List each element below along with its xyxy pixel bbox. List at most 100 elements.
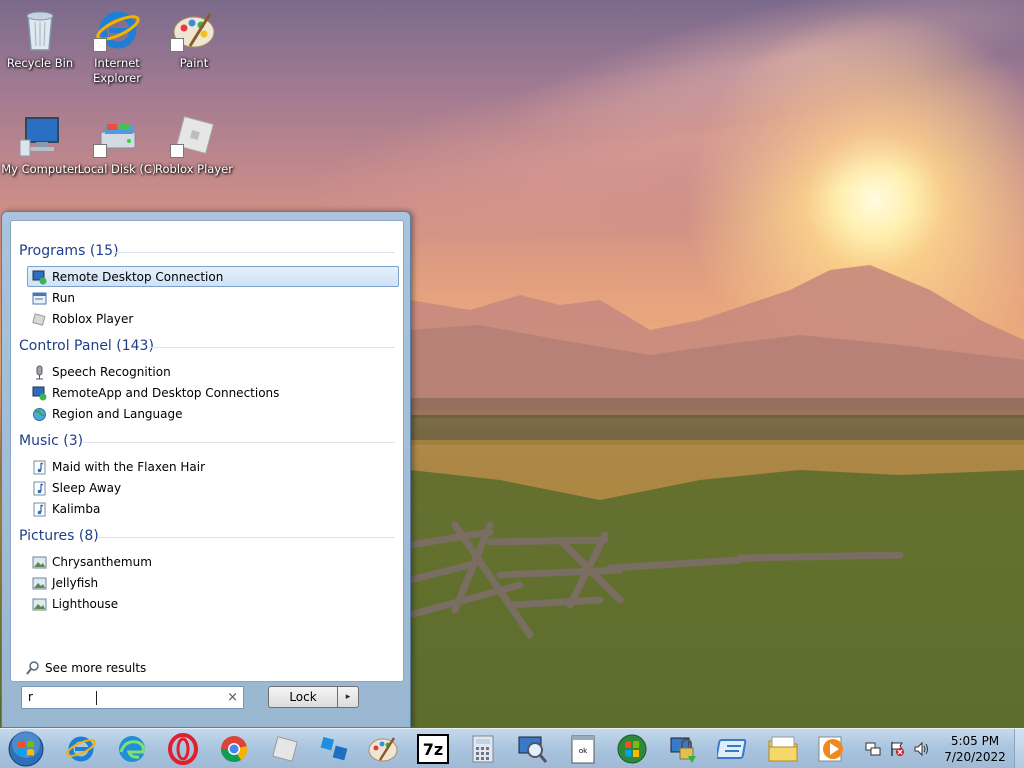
computer-icon [16, 112, 64, 160]
globe-icon [33, 408, 46, 421]
magnifier-icon[interactable] [515, 732, 549, 766]
shortcut-arrow-icon [170, 38, 184, 52]
image-file-icon [32, 577, 47, 590]
roblox-studio-icon[interactable] [317, 732, 351, 766]
result-run[interactable]: Run [27, 287, 399, 308]
image-file-icon [32, 556, 47, 569]
opera-icon[interactable] [166, 732, 200, 766]
result-label: Run [52, 291, 76, 305]
roblox-icon [32, 313, 46, 326]
disk-icon [93, 112, 141, 160]
image-file-icon [32, 598, 47, 611]
7zip-icon[interactable]: 7z [417, 734, 449, 764]
start-menu: Programs (15) Remote Desktop Connection … [1, 211, 411, 728]
result-label: Region and Language [52, 407, 183, 421]
roblox-icon [170, 112, 218, 160]
internet-explorer-icon[interactable] [64, 732, 98, 766]
paint-icon[interactable] [366, 732, 400, 766]
music-file-icon [33, 502, 46, 517]
start-button[interactable] [6, 730, 46, 768]
text-cursor-icon [96, 691, 97, 705]
network-lock-icon[interactable] [666, 732, 700, 766]
paint-icon [170, 6, 218, 54]
desktop-icon-internet-explorer[interactable]: Internet Explorer [77, 6, 157, 86]
start-search-input[interactable]: r × [21, 686, 244, 709]
desktop-icon-label: My Computer [1, 162, 79, 176]
group-header-programs[interactable]: Programs (15) [19, 241, 395, 261]
desktop-icon-label: Local Disk (C) [77, 162, 157, 176]
desktop-icon-label: Recycle Bin [6, 56, 74, 70]
desktop-icon-label: Internet Explorer [93, 56, 141, 85]
shortcut-arrow-icon [170, 144, 184, 158]
taskbar-clock[interactable]: 5:05 PM 7/20/2022 [940, 733, 1010, 765]
remote-app-icon[interactable] [717, 732, 751, 766]
network-icon[interactable] [865, 741, 881, 757]
recycle-bin-icon [16, 6, 64, 54]
desktop-icon-paint[interactable]: Paint [154, 6, 234, 71]
result-roblox-player[interactable]: Roblox Player [27, 308, 399, 329]
shortcut-arrow-icon [93, 144, 107, 158]
search-icon [26, 661, 39, 675]
clock-date: 7/20/2022 [944, 750, 1006, 764]
result-music-track[interactable]: Kalimba [27, 498, 399, 519]
result-label: Maid with the Flaxen Hair [52, 460, 206, 474]
clear-search-icon[interactable]: × [227, 687, 238, 708]
desktop-icon-label: Roblox Player [155, 162, 233, 176]
search-results-pane: Programs (15) Remote Desktop Connection … [10, 220, 404, 682]
taskbar: 7z ok 5:05 PM 7/20/2022 [0, 728, 1024, 768]
desktop-icon-recycle-bin[interactable]: Recycle Bin [0, 6, 80, 71]
desktop-icon-label: Paint [179, 56, 209, 70]
result-remoteapp-desktop-connections[interactable]: RemoteApp and Desktop Connections [27, 382, 399, 403]
result-label: Remote Desktop Connection [52, 270, 224, 284]
desktop-icon-my-computer[interactable]: My Computer [0, 112, 80, 177]
clock-time: 5:05 PM [950, 734, 1000, 748]
edge-icon[interactable] [115, 732, 149, 766]
internet-explorer-icon [93, 6, 141, 54]
result-music-track[interactable]: Maid with the Flaxen Hair [27, 456, 399, 477]
shortcut-arrow-icon [93, 38, 107, 52]
windows-update-icon[interactable] [615, 732, 649, 766]
media-player-icon[interactable] [815, 732, 849, 766]
result-label: Jellyfish [52, 576, 99, 590]
group-header-music[interactable]: Music (3) [19, 431, 395, 451]
notepad-icon[interactable]: ok [566, 732, 600, 766]
group-header-control-panel[interactable]: Control Panel (143) [19, 336, 395, 356]
windows-logo-icon [8, 730, 44, 767]
music-file-icon [33, 460, 46, 475]
result-remote-desktop-connection[interactable]: Remote Desktop Connection [27, 266, 399, 287]
run-icon [32, 292, 47, 305]
microphone-icon [36, 365, 43, 380]
roblox-icon[interactable] [268, 732, 302, 766]
remote-app-icon [32, 386, 47, 401]
search-input-value: r [28, 690, 33, 704]
result-music-track[interactable]: Sleep Away [27, 477, 399, 498]
see-more-label: See more results [45, 661, 147, 675]
result-picture[interactable]: Chrysanthemum [27, 551, 399, 572]
result-picture[interactable]: Jellyfish [27, 572, 399, 593]
result-label: Roblox Player [52, 312, 134, 326]
remote-desktop-icon [32, 270, 47, 285]
show-desktop-button[interactable] [1014, 729, 1024, 768]
desktop-icon-local-disk[interactable]: Local Disk (C) [77, 112, 157, 177]
file-explorer-icon[interactable] [766, 732, 800, 766]
music-file-icon [33, 481, 46, 496]
action-center-flag-icon[interactable] [889, 741, 905, 757]
result-label: Lighthouse [52, 597, 119, 611]
calculator-icon[interactable] [466, 732, 500, 766]
desktop-icon-roblox-player[interactable]: Roblox Player [154, 112, 234, 177]
see-more-results-link[interactable]: See more results [25, 659, 146, 677]
result-label: Kalimba [52, 502, 101, 516]
result-region-language[interactable]: Region and Language [27, 403, 399, 424]
result-label: Chrysanthemum [52, 555, 152, 569]
svg-text:ok: ok [579, 747, 588, 755]
result-picture[interactable]: Lighthouse [27, 593, 399, 614]
group-header-pictures[interactable]: Pictures (8) [19, 526, 395, 546]
chrome-icon[interactable] [217, 732, 251, 766]
result-speech-recognition[interactable]: Speech Recognition [27, 361, 399, 382]
result-label: RemoteApp and Desktop Connections [52, 386, 280, 400]
power-options-arrow-button[interactable]: ▸ [337, 686, 359, 708]
result-label: Speech Recognition [52, 365, 171, 379]
volume-icon[interactable] [913, 741, 929, 757]
lock-button[interactable]: Lock [268, 686, 338, 708]
result-label: Sleep Away [52, 481, 122, 495]
